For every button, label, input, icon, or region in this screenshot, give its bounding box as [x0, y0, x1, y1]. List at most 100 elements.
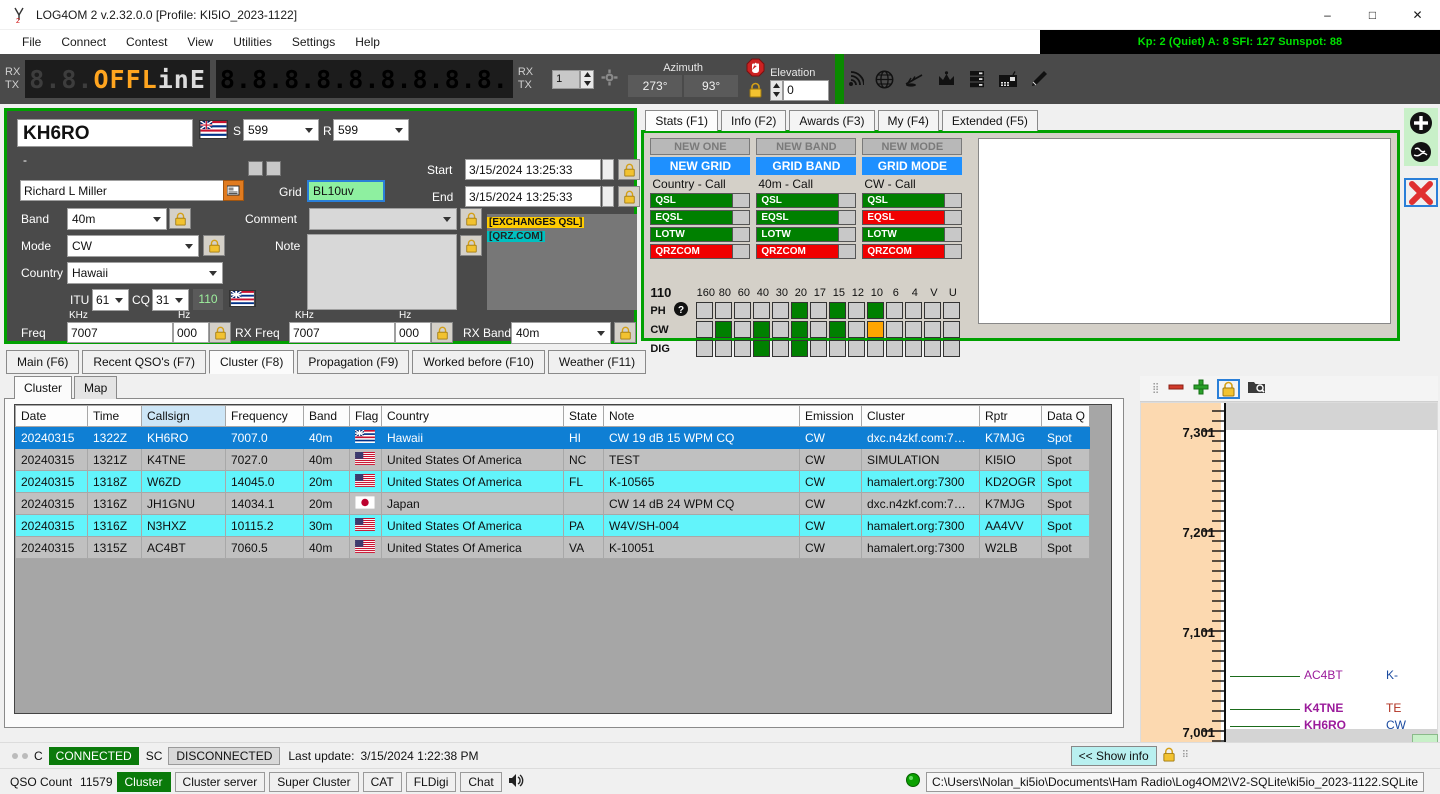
col-callsign[interactable]: Callsign — [141, 405, 226, 427]
matrix-cell-cw-6[interactable] — [886, 321, 904, 338]
elevation-lock-icon[interactable] — [748, 82, 763, 101]
table-row[interactable]: 20240315 1316Z N3HXZ 10115.2 30m United … — [15, 514, 1090, 537]
menu-item-file[interactable]: File — [12, 32, 51, 52]
crown-icon[interactable] — [936, 69, 956, 89]
rxfreq-khz-input[interactable]: 7007 — [289, 322, 395, 343]
eqsl-check-band[interactable] — [839, 210, 857, 225]
matrix-cell-ph-80[interactable] — [715, 302, 733, 319]
matrix-cell-cw-v[interactable] — [924, 321, 942, 338]
matrix-cell-dig-12[interactable] — [848, 340, 866, 357]
cluster-connected-badge[interactable]: CONNECTED — [48, 746, 139, 765]
start-stepper[interactable] — [602, 159, 614, 180]
menu-item-connect[interactable]: Connect — [51, 32, 116, 52]
freq-khz-input[interactable]: 7007 — [67, 322, 173, 343]
statusbar-grip-icon[interactable]: ⠿ — [1182, 750, 1190, 761]
matrix-cell-dig-15[interactable] — [829, 340, 847, 357]
menu-item-contest[interactable]: Contest — [116, 32, 177, 52]
matrix-cell-cw-17[interactable] — [810, 321, 828, 338]
table-row[interactable]: 20240315 1321Z K4TNE 7027.0 40m United S… — [15, 448, 1090, 471]
tab-worked-before-f10[interactable]: Worked before (F10) — [412, 350, 545, 374]
country-combo[interactable]: Hawaii — [67, 262, 223, 284]
freq-hz-input[interactable]: 000 — [173, 322, 209, 343]
frequency-display-a[interactable]: 8.8.OFFLinE — [25, 60, 210, 98]
col-rptr[interactable]: Rptr — [979, 405, 1042, 427]
tab-extended-f5[interactable]: Extended (F5) — [941, 110, 1038, 131]
matrix-cell-cw-15[interactable] — [829, 321, 847, 338]
r-report-combo[interactable]: 599 — [333, 119, 409, 141]
rxfreq-hz-input[interactable]: 000 — [395, 322, 431, 343]
spot-callsign[interactable]: KH6RO — [1304, 718, 1346, 732]
matrix-cell-ph-60[interactable] — [734, 302, 752, 319]
rxband-lock-icon[interactable] — [614, 322, 636, 343]
close-button[interactable]: ✕ — [1395, 0, 1440, 30]
frequency-display-b[interactable]: 8.8.8.8.8.8.8.8.8. — [215, 60, 513, 98]
minimize-button[interactable]: – — [1305, 0, 1350, 30]
matrix-cell-dig-40[interactable] — [753, 340, 771, 357]
globe-icon[interactable] — [1404, 137, 1439, 166]
lock-icon[interactable] — [1217, 378, 1241, 399]
qsl-check-mode[interactable] — [945, 193, 963, 208]
rxband-combo[interactable]: 40m — [511, 322, 611, 344]
matrix-cell-dig-20[interactable] — [791, 340, 809, 357]
matrix-cell-cw-40[interactable] — [753, 321, 771, 338]
qrzcom-check-band[interactable] — [839, 244, 857, 259]
col-flag[interactable]: Flag — [349, 405, 382, 427]
matrix-cell-ph-30[interactable] — [772, 302, 790, 319]
grid-input[interactable]: BL10uv — [307, 180, 385, 202]
tab-info-f2[interactable]: Info (F2) — [721, 110, 787, 131]
tab-my-f4[interactable]: My (F4) — [877, 110, 939, 131]
radio-number-stepper[interactable] — [580, 69, 595, 89]
rxfreq-lock-icon[interactable] — [431, 322, 453, 343]
grid-band-badge[interactable]: GRID BAND — [756, 157, 857, 175]
maximize-button[interactable]: □ — [1350, 0, 1395, 30]
col-date[interactable]: Date — [15, 405, 88, 427]
tab-cluster-f8[interactable]: Cluster (F8) — [209, 350, 295, 374]
globe-icon[interactable] — [874, 69, 894, 89]
lotw-check-country[interactable] — [733, 227, 751, 242]
matrix-cell-dig-80[interactable] — [715, 340, 733, 357]
grip-icon[interactable]: ⣿ — [1152, 383, 1160, 394]
col-state[interactable]: State — [563, 405, 604, 427]
menu-item-view[interactable]: View — [177, 32, 223, 52]
callsign-input[interactable]: KH6RO — [17, 119, 193, 147]
cq-combo[interactable]: 31 — [152, 289, 189, 311]
signal-icon[interactable] — [848, 69, 865, 90]
end-datetime-input[interactable]: 3/15/2024 13:25:33 — [465, 186, 601, 207]
matrix-cell-dig-6[interactable] — [886, 340, 904, 357]
col-band[interactable]: Band — [303, 405, 350, 427]
radio-selector[interactable]: 1 — [552, 69, 618, 89]
eqsl-check-country[interactable] — [733, 210, 751, 225]
pen-icon[interactable] — [1029, 69, 1049, 89]
matrix-cell-dig-30[interactable] — [772, 340, 790, 357]
subtab-map[interactable]: Map — [74, 376, 118, 399]
folder-search-icon[interactable] — [1247, 379, 1266, 398]
matrix-cell-ph-17[interactable] — [810, 302, 828, 319]
col-frequency[interactable]: Frequency — [225, 405, 304, 427]
speaker-icon[interactable] — [508, 773, 524, 791]
matrix-cell-ph-10[interactable] — [867, 302, 885, 319]
spot-callsign[interactable]: AC4BT — [1304, 668, 1343, 682]
s-report-combo[interactable]: 599 — [243, 119, 319, 141]
bottom-button-cluster[interactable]: Cluster — [116, 771, 171, 792]
matrix-cell-cw-u[interactable] — [943, 321, 961, 338]
gear-icon[interactable] — [601, 69, 618, 89]
statusbar-lock-icon[interactable] — [1162, 747, 1176, 765]
col-note[interactable]: Note — [603, 405, 800, 427]
comment-lock-icon[interactable] — [460, 208, 482, 229]
matrix-cell-ph-v[interactable] — [924, 302, 942, 319]
table-row[interactable]: 20240315 1316Z JH1GNU 14034.1 20m Japan … — [15, 492, 1090, 515]
stop-rotator-icon[interactable] — [746, 58, 765, 80]
table-row[interactable]: 20240315 1322Z KH6RO 7007.0 40m Hawaii H… — [15, 426, 1090, 449]
menu-item-settings[interactable]: Settings — [282, 32, 345, 52]
minus-icon[interactable] — [1167, 378, 1185, 399]
eqsl-check-mode[interactable] — [945, 210, 963, 225]
itu-combo[interactable]: 61 — [92, 289, 129, 311]
note-textarea[interactable] — [307, 234, 457, 310]
bottom-button-cluster-server[interactable]: Cluster server — [174, 771, 266, 792]
matrix-cell-cw-4[interactable] — [905, 321, 923, 338]
col-emission[interactable]: Emission — [799, 405, 862, 427]
matrix-cell-dig-4[interactable] — [905, 340, 923, 357]
spot-callsign[interactable]: K4TNE — [1304, 701, 1343, 715]
matrix-cell-dig-17[interactable] — [810, 340, 828, 357]
bottom-button-cat[interactable]: CAT — [362, 771, 402, 792]
